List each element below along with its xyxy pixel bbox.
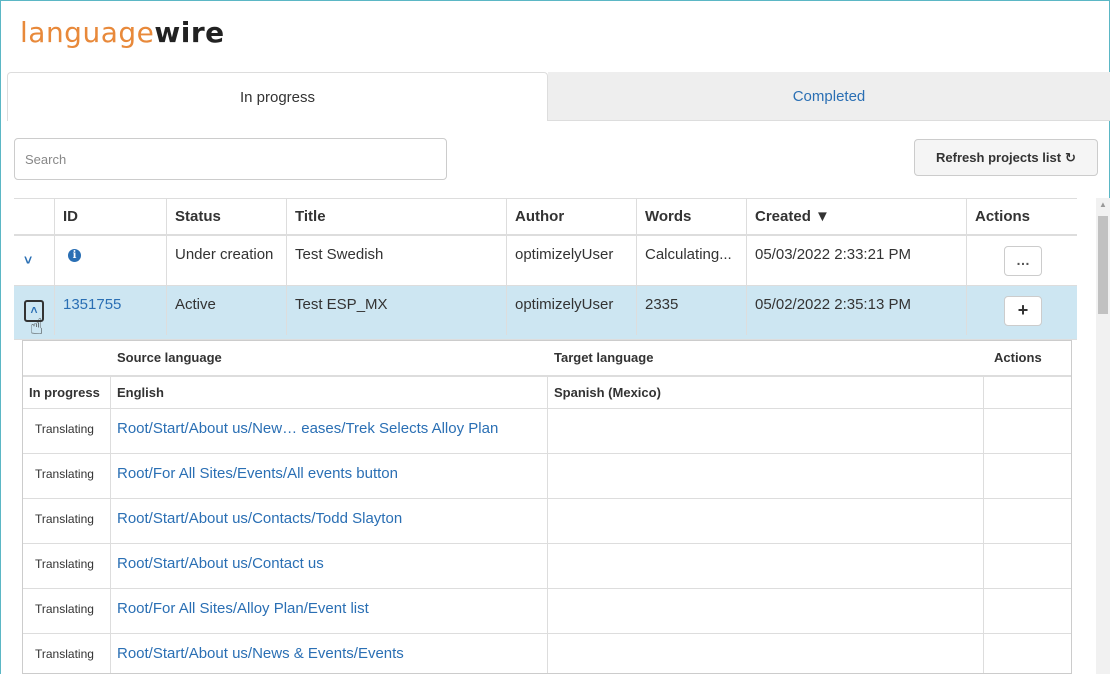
- row-actions: +: [966, 286, 1077, 335]
- header-target-language: Target language: [554, 350, 654, 365]
- item-state: Translating: [35, 557, 94, 571]
- row-created: 05/03/2022 2:33:21 PM: [746, 236, 966, 285]
- refresh-projects-button[interactable]: Refresh projects list ↻: [914, 139, 1098, 176]
- refresh-icon: ↻: [1065, 150, 1076, 165]
- row-id: i: [54, 236, 166, 285]
- table-header: ID Status Title Author Words Created ▼ A…: [14, 198, 1077, 236]
- header-source-language: Source language: [117, 350, 222, 365]
- logo-text-wire: wire: [154, 16, 225, 49]
- languagewire-logo: languagewire: [20, 16, 225, 50]
- scrollbar-thumb[interactable]: [1098, 216, 1108, 314]
- tab-completed[interactable]: Completed: [548, 72, 1110, 121]
- refresh-label: Refresh projects list: [936, 150, 1062, 165]
- divider: [547, 377, 548, 673]
- item-path-link[interactable]: Root/Start/About us/Contact us: [111, 544, 324, 588]
- tab-in-progress[interactable]: In progress: [7, 72, 548, 121]
- scroll-up-arrow-icon[interactable]: ▲: [1099, 200, 1107, 209]
- header-expand: [14, 199, 54, 235]
- item-path-link[interactable]: Root/Start/About us/Contacts/Todd Slayto…: [111, 499, 402, 543]
- table-row[interactable]: ˅ i Under creation Test Swedish optimize…: [14, 236, 1077, 286]
- subtable: Source language Target language Actions …: [22, 340, 1072, 674]
- item-path-link[interactable]: Root/Start/About us/News & Events/Events: [111, 634, 404, 673]
- tab-bar: In progress Completed: [7, 72, 1110, 121]
- chevron-down-icon[interactable]: ˅: [24, 252, 32, 268]
- item-state: Translating: [35, 647, 94, 661]
- divider: [983, 377, 984, 673]
- row-title: Test Swedish: [286, 236, 506, 285]
- hand-cursor-icon: ☝: [30, 314, 44, 339]
- header-status[interactable]: Status: [166, 199, 286, 235]
- row-id: 1351755: [54, 286, 166, 335]
- add-button[interactable]: +: [1004, 296, 1042, 326]
- row-actions: …: [966, 236, 1077, 285]
- item-state: Translating: [35, 512, 94, 526]
- lang-state: In progress: [29, 385, 100, 400]
- row-words: Calculating...: [636, 236, 746, 285]
- search-input[interactable]: [14, 138, 447, 180]
- item-path-link[interactable]: Root/Start/About us/New… eases/Trek Sele…: [111, 409, 498, 453]
- row-created: 05/02/2022 2:35:13 PM: [746, 286, 966, 335]
- table-row-selected[interactable]: ˄ ☝ 1351755 Active Test ESP_MX optimizel…: [14, 286, 1077, 340]
- project-id-link[interactable]: 1351755: [63, 296, 121, 313]
- more-actions-button[interactable]: …: [1004, 246, 1042, 276]
- header-created[interactable]: Created ▼: [746, 199, 966, 235]
- divider: [110, 377, 111, 673]
- target-language: Spanish (Mexico): [554, 385, 661, 400]
- source-language: English: [117, 385, 164, 400]
- row-author: optimizelyUser: [506, 286, 636, 335]
- header-sub-actions: Actions: [994, 350, 1042, 365]
- item-state: Translating: [35, 422, 94, 436]
- subtable-header: Source language Target language Actions: [23, 341, 1071, 377]
- row-status: Under creation: [166, 236, 286, 285]
- logo-text-language: language: [20, 16, 155, 49]
- header-author[interactable]: Author: [506, 199, 636, 235]
- row-title: Test ESP_MX: [286, 286, 506, 335]
- row-status: Active: [166, 286, 286, 335]
- item-path-link[interactable]: Root/For All Sites/Events/All events but…: [111, 454, 398, 498]
- header-words[interactable]: Words: [636, 199, 746, 235]
- row-words: 2335: [636, 286, 746, 335]
- vertical-scrollbar[interactable]: ▲: [1096, 198, 1110, 674]
- header-id[interactable]: ID: [54, 199, 166, 235]
- item-path-link[interactable]: Root/For All Sites/Alloy Plan/Event list: [111, 589, 369, 633]
- item-state: Translating: [35, 467, 94, 481]
- projects-table: ID Status Title Author Words Created ▼ A…: [14, 198, 1077, 674]
- item-state: Translating: [35, 602, 94, 616]
- header-title[interactable]: Title: [286, 199, 506, 235]
- row-author: optimizelyUser: [506, 236, 636, 285]
- info-icon[interactable]: i: [68, 249, 81, 262]
- header-actions: Actions: [966, 199, 1077, 235]
